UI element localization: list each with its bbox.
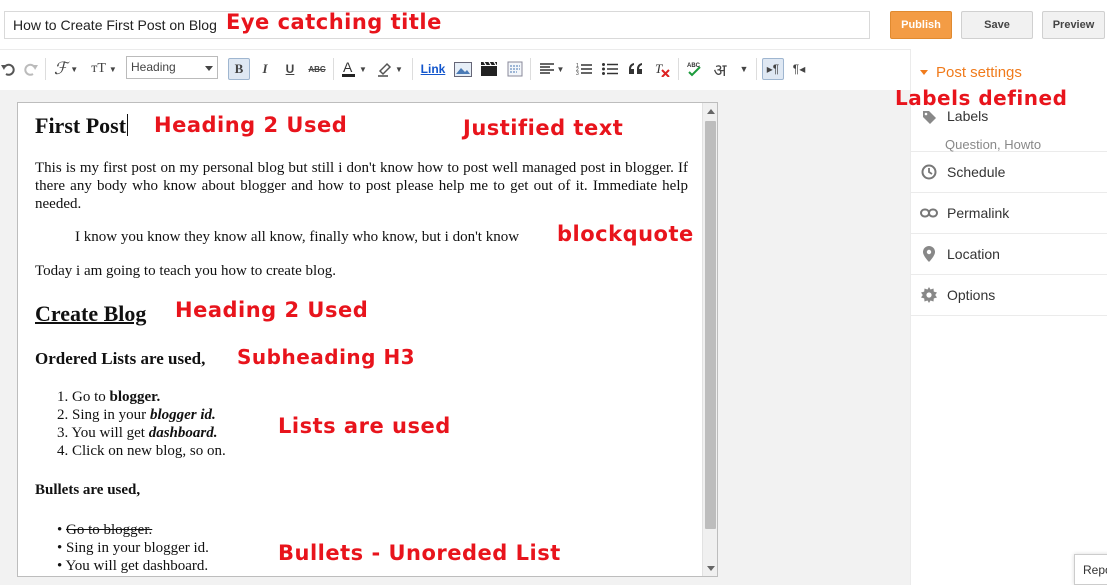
list-item: 2. Sing in your blogger id. — [57, 407, 216, 423]
heading-create-blog: Create Blog — [35, 301, 147, 326]
list-item: 4. Click on new blog, so on. — [57, 443, 226, 459]
bullet-list: • Go to blogger. • Sing in your blogger … — [57, 521, 209, 575]
caret-down-icon — [920, 70, 928, 75]
save-button[interactable]: Save — [961, 11, 1033, 39]
list-item: 3. You will get dashboard. — [57, 425, 218, 441]
italic-icon[interactable]: I — [255, 58, 275, 80]
sidebar-item-permalink[interactable]: Permalink — [911, 193, 1107, 234]
annotation-heading-create: Heading 2 Used — [175, 298, 369, 322]
labels-value: Question, Howto — [945, 137, 1042, 152]
quote-icon[interactable] — [626, 58, 646, 80]
annotation-heading-first: Heading 2 Used — [154, 113, 348, 137]
transliterate-dropdown-icon[interactable]: ▼ — [737, 58, 751, 80]
gear-icon — [920, 286, 938, 304]
heading-first-post: First Post — [35, 113, 129, 138]
ordered-list: 1. Go to blogger. 2. Sing in your blogge… — [57, 388, 226, 460]
annotation-blockquote: blockquote — [557, 222, 694, 246]
annotation-labels: Labels defined — [895, 86, 1068, 110]
annotation-title: Eye catching title — [226, 10, 442, 34]
highlight-color-icon[interactable]: ▼ — [374, 58, 406, 80]
scroll-down-arrow-icon[interactable] — [703, 560, 718, 576]
list-item: • Go to blogger. — [57, 522, 153, 538]
map-pin-icon — [920, 245, 938, 263]
video-icon[interactable] — [479, 58, 499, 80]
link-icon[interactable]: Link — [419, 58, 447, 80]
list-item: 1. Go to blogger. — [57, 389, 161, 405]
text-color-icon[interactable]: A ▼ — [339, 58, 369, 80]
sidebar-item-options[interactable]: Options — [911, 275, 1107, 316]
svg-text:T: T — [655, 61, 663, 76]
today-paragraph: Today i am going to teach you how to cre… — [35, 263, 336, 279]
underline-icon[interactable]: U — [280, 58, 300, 80]
sidebar-item-location[interactable]: Location — [911, 234, 1107, 275]
annotation-subheading: Subheading H3 — [237, 345, 416, 369]
preview-button[interactable]: Preview — [1042, 11, 1105, 39]
sidebar-item-schedule[interactable]: Schedule — [911, 152, 1107, 193]
strikethrough-icon[interactable]: ABC — [305, 58, 329, 80]
list-item: • Sing in your blogger id. — [57, 540, 209, 556]
svg-text:3: 3 — [576, 71, 579, 76]
list-item: • You will get dashboard. — [57, 558, 209, 574]
scrollbar-thumb[interactable] — [705, 121, 716, 529]
spellcheck-icon[interactable]: ABC — [684, 58, 704, 80]
text-cursor — [127, 114, 129, 136]
heading-ordered-lists: Ordered Lists are used, — [35, 349, 206, 368]
bullet-list-icon[interactable] — [600, 58, 620, 80]
post-body-editor[interactable]: First Post This is my first post on my p… — [17, 102, 718, 577]
tag-icon — [920, 108, 938, 126]
align-icon[interactable]: ▼ — [536, 58, 568, 80]
image-icon[interactable] — [453, 58, 473, 80]
clock-icon — [920, 163, 938, 181]
font-family-icon[interactable]: ℱ ▼ — [52, 58, 80, 80]
blockquote-text: I know you know they know all know, fina… — [75, 229, 520, 245]
svg-text:A: A — [343, 60, 353, 75]
chain-link-icon — [920, 204, 938, 222]
post-settings-header[interactable]: Post settings — [920, 64, 1022, 81]
annotation-justified: Justified text — [463, 116, 624, 140]
intro-paragraph: This is my first post on my personal blo… — [35, 160, 688, 212]
numbered-list-icon[interactable]: 123 — [574, 58, 594, 80]
scroll-up-arrow-icon[interactable] — [703, 103, 718, 119]
heading-select[interactable]: Heading — [126, 56, 218, 79]
rtl-icon[interactable]: ¶◂ — [789, 58, 809, 80]
annotation-lists: Lists are used — [278, 414, 451, 438]
annotation-bullets: Bullets - Unoreded List — [278, 541, 561, 565]
undo-icon[interactable] — [0, 58, 16, 80]
editor-scrollbar[interactable] — [702, 103, 717, 576]
clear-format-icon[interactable]: T — [652, 58, 672, 80]
bold-icon[interactable]: B — [228, 58, 250, 80]
transliterate-icon[interactable]: अ — [709, 58, 731, 80]
font-size-icon[interactable]: тT ▼ — [88, 58, 120, 80]
report-button[interactable]: Repo — [1074, 554, 1107, 585]
publish-button[interactable]: Publish — [890, 11, 952, 39]
heading-bullets: Bullets are used, — [35, 482, 141, 498]
ltr-icon[interactable]: ▸¶ — [762, 58, 784, 80]
jump-break-icon[interactable] — [505, 58, 525, 80]
redo-icon[interactable] — [22, 58, 40, 80]
